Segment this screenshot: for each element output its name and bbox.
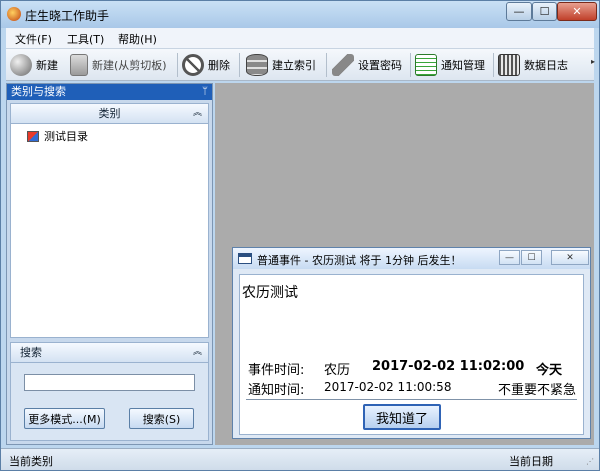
notify-manage-label: 通知管理 (441, 59, 485, 72)
new-from-clipboard-button[interactable]: 新建(从剪切板) (70, 54, 167, 76)
folder-icon (27, 130, 39, 142)
category-tree: 测试目录 (10, 124, 209, 338)
event-time-label: 事件时间: (248, 363, 305, 378)
delete-label: 删除 (208, 59, 230, 72)
close-button[interactable]: ✕ (557, 2, 597, 21)
category-title: 类别 (98, 107, 121, 120)
resize-grip-icon[interactable]: ⋰ (586, 457, 596, 467)
current-category-status: 当前类别 (9, 455, 53, 468)
popup-close-button[interactable]: ✕ (551, 250, 589, 265)
popup-body: 农历测试 事件时间: 农历 2017-02-02 11:02:00 今天 通知时… (239, 274, 584, 435)
build-index-label: 建立索引 (272, 59, 316, 72)
event-time-value: 2017-02-02 11:02:00 (372, 359, 525, 374)
toolbar-separator (239, 53, 240, 77)
event-day: 今天 (536, 363, 563, 378)
menu-tools[interactable]: 工具(T) (67, 31, 104, 47)
toolbar-separator (410, 53, 411, 77)
window-icon (238, 253, 252, 264)
clipboard-icon (70, 54, 88, 76)
status-bar: 当前类别 当前日期 ⋰ (1, 448, 599, 470)
panel-header: 类别与搜索 ᛘ (7, 84, 212, 100)
popup-title: 普通事件 - 农历测试 将于 1分钟 后发生！ (257, 254, 462, 267)
app-logo-icon (7, 7, 21, 21)
title-bar[interactable]: 庄生晓工作助手 — ☐ ✕ (1, 1, 599, 28)
popup-title-bar[interactable]: 普通事件 - 农历测试 将于 1分钟 后发生！ — ☐ ✕ (233, 248, 590, 269)
popup-maximize-button[interactable]: ☐ (521, 250, 542, 265)
delete-button[interactable]: 删除 (182, 54, 230, 76)
current-date-status: 当前日期 (509, 455, 553, 468)
toolbar: 新建 新建(从剪切板) 删除 建立索引 设置密码 通知管理 数据日志 ▸ (6, 49, 595, 81)
search-section: 更多模式...(M) 搜索(S) (10, 363, 209, 441)
minimize-button[interactable]: — (506, 2, 532, 21)
notify-time-label: 通知时间: (248, 383, 305, 398)
calendar-type: 农历 (324, 363, 351, 378)
notify-time-value: 2017-02-02 11:00:58 (324, 380, 452, 394)
collapse-chevron-icon[interactable]: ︽ (193, 104, 202, 123)
event-subject: 农历测试 (242, 285, 298, 301)
pin-icon[interactable]: ᛘ (202, 84, 208, 100)
divider (246, 399, 577, 400)
search-button[interactable]: 搜索(S) (129, 408, 194, 429)
tree-item-label: 测试目录 (44, 130, 88, 143)
notify-manage-button[interactable]: 通知管理 (415, 54, 485, 76)
search-section-header[interactable]: 搜索 ︽ (10, 342, 209, 363)
event-notification-window: 普通事件 - 农历测试 将于 1分钟 后发生！ — ☐ ✕ 农历测试 事件时间:… (232, 247, 591, 439)
toolbar-separator (326, 53, 327, 77)
menu-file[interactable]: 文件(F) (15, 31, 52, 47)
set-password-label: 设置密码 (358, 59, 402, 72)
set-password-button[interactable]: 设置密码 (332, 54, 402, 76)
new-icon (10, 54, 32, 76)
window-title: 庄生晓工作助手 (25, 9, 110, 23)
data-log-label: 数据日志 (524, 59, 568, 72)
collapse-chevron-icon[interactable]: ︽ (193, 343, 202, 362)
no-entry-icon (182, 54, 204, 76)
tree-item[interactable]: 测试目录 (27, 128, 88, 144)
more-modes-button[interactable]: 更多模式...(M) (24, 408, 105, 429)
log-book-icon (498, 54, 520, 76)
category-section-header[interactable]: 类别 ︽ (10, 103, 209, 124)
category-search-panel: 类别与搜索 ᛘ 类别 ︽ 测试目录 搜索 ︽ 更多模式...(M) 搜索(S) (6, 83, 213, 445)
data-log-button[interactable]: 数据日志 (498, 54, 568, 76)
panel-title: 类别与搜索 (11, 85, 66, 98)
toolbar-separator (177, 53, 178, 77)
search-title: 搜索 (20, 346, 42, 359)
menu-help[interactable]: 帮助(H) (118, 31, 157, 47)
acknowledge-button[interactable]: 我知道了 (363, 404, 441, 430)
build-index-button[interactable]: 建立索引 (246, 54, 316, 76)
popup-minimize-button[interactable]: — (499, 250, 520, 265)
new-label: 新建 (36, 59, 58, 72)
wrench-icon (332, 54, 354, 76)
notepad-icon (415, 54, 437, 76)
priority-label: 不重要不紧急 (498, 383, 577, 398)
new-from-clipboard-label: 新建(从剪切板) (92, 59, 167, 72)
maximize-button[interactable]: ☐ (532, 2, 557, 21)
search-input[interactable] (24, 374, 195, 391)
new-button[interactable]: 新建 (10, 54, 58, 76)
database-icon (246, 54, 268, 76)
toolbar-overflow-icon[interactable]: ▸ (591, 57, 599, 71)
menu-bar: 文件(F) 工具(T) 帮助(H) (6, 28, 594, 49)
toolbar-separator (493, 53, 494, 77)
